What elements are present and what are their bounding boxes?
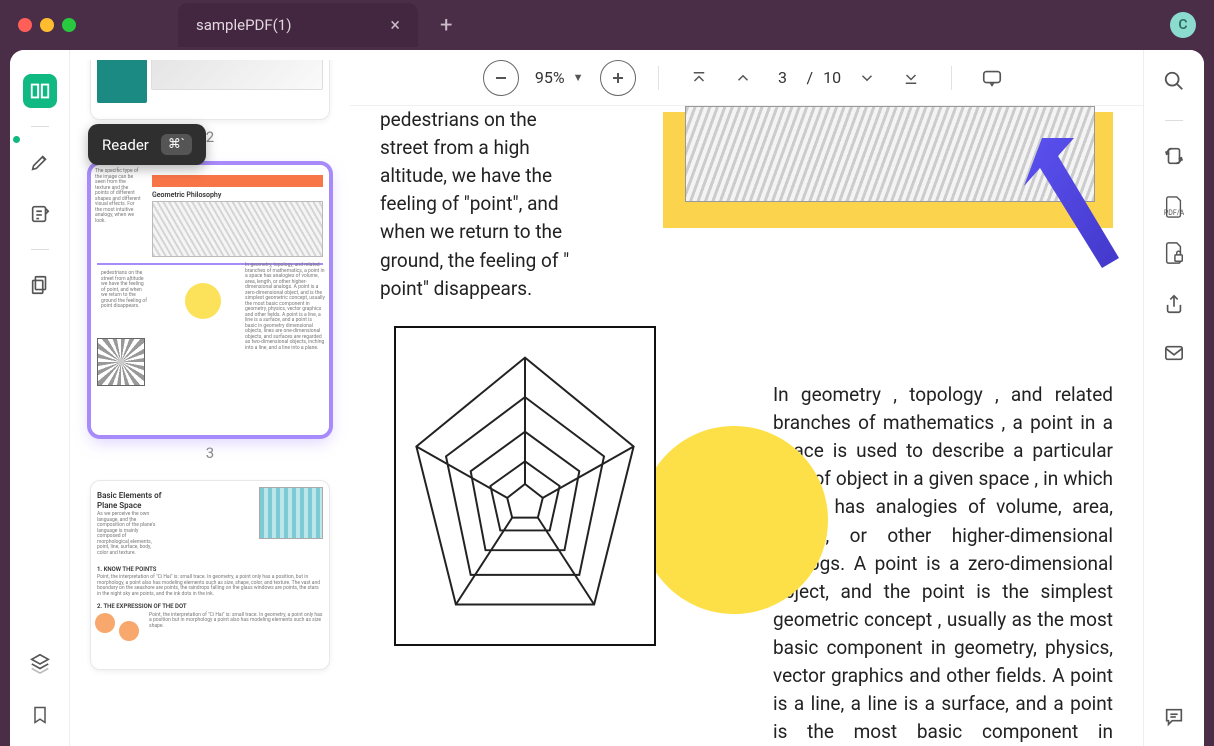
share-icon	[1163, 293, 1185, 315]
chevron-down-icon	[858, 69, 876, 87]
page-separator: /	[807, 68, 814, 87]
highlighter-icon	[29, 151, 51, 173]
thumbnail-page-selected[interactable]: The specific type of the image can be se…	[90, 164, 330, 436]
highlighter-button[interactable]	[23, 145, 57, 179]
document-tab[interactable]: samplePDF(1) ×	[178, 3, 418, 47]
reader-tooltip: Reader ⌘`	[88, 124, 206, 165]
close-window-button[interactable]	[18, 18, 32, 32]
avatar[interactable]: C	[1170, 12, 1196, 38]
document-copy-icon	[29, 274, 51, 296]
thumbnail-label: 3	[90, 444, 330, 462]
reader-mode-button[interactable]	[23, 74, 57, 108]
minimize-window-button[interactable]	[40, 18, 54, 32]
document-scroll-area[interactable]: pedestrians on the street from a high al…	[350, 106, 1143, 746]
page-indicator: 3 / 10	[769, 68, 842, 87]
first-page-button[interactable]	[681, 60, 717, 96]
thumbnail-page[interactable]: Lorem ipsum dolor sit amet, consectetur …	[90, 60, 330, 120]
pdfa-button[interactable]: PDF/A	[1163, 195, 1185, 217]
page-current-input[interactable]: 3	[769, 68, 797, 87]
next-page-button[interactable]	[849, 60, 885, 96]
thumb-heading: Basic Elements of Plane Space	[97, 491, 167, 510]
layers-icon	[29, 652, 51, 674]
last-page-button[interactable]	[893, 60, 929, 96]
bookmark-button[interactable]	[23, 698, 57, 732]
share-button[interactable]	[1163, 293, 1185, 319]
page-total: 10	[823, 68, 841, 87]
presentation-button[interactable]	[974, 60, 1010, 96]
rotate-page-button[interactable]	[1163, 145, 1185, 171]
body-text-right: In geometry , topology , and related bra…	[773, 381, 1113, 746]
comment-button[interactable]	[1163, 706, 1185, 732]
activity-indicator-dot	[13, 136, 20, 143]
chevron-up-icon	[734, 69, 752, 87]
search-icon	[1163, 70, 1185, 92]
document-copy-button[interactable]	[23, 268, 57, 302]
maximize-window-button[interactable]	[62, 18, 76, 32]
mail-button[interactable]	[1163, 343, 1185, 367]
titlebar: samplePDF(1) × + C	[0, 0, 1214, 50]
rail-divider	[31, 126, 49, 127]
pattern-image	[685, 106, 1095, 202]
chevron-down-bar-icon	[902, 69, 920, 87]
zoom-select[interactable]: 95% ▼	[527, 68, 592, 87]
toolbar-divider	[951, 66, 952, 90]
tooltip-label: Reader	[102, 136, 149, 154]
spiral-image	[394, 326, 656, 646]
thumbnail-page[interactable]: Basic Elements of Plane Space As we perc…	[90, 480, 330, 670]
thumb-heading: Geometric Philosophy	[152, 191, 323, 199]
search-button[interactable]	[1163, 70, 1185, 96]
right-rail: PDF/A	[1144, 50, 1204, 746]
avatar-initial: C	[1178, 17, 1187, 33]
rail-divider	[31, 249, 49, 250]
toolbar-divider	[658, 66, 659, 90]
pdfa-label: PDF/A	[1163, 209, 1185, 217]
annotate-note-icon	[29, 203, 51, 225]
thumb-subheading: 1. KNOW THE POINTS	[97, 566, 323, 573]
plus-icon	[611, 71, 625, 85]
zoom-value: 95%	[535, 68, 565, 87]
annotate-note-button[interactable]	[23, 197, 57, 231]
rotate-page-icon	[1163, 145, 1185, 167]
left-rail	[10, 50, 70, 746]
reader-icon	[29, 80, 51, 102]
tooltip-shortcut: ⌘`	[161, 134, 192, 155]
mail-icon	[1163, 343, 1185, 363]
zoom-out-button[interactable]	[483, 60, 519, 96]
yellow-circle-graphic	[640, 426, 828, 614]
traffic-lights	[18, 18, 76, 32]
rail-divider	[1165, 120, 1183, 121]
bookmark-icon	[30, 704, 50, 726]
chevron-up-bar-icon	[690, 69, 708, 87]
presentation-icon	[981, 67, 1003, 89]
document-viewer: 95% ▼ 3 / 10	[350, 50, 1144, 746]
thumb-subheading: 2. THE EXPRESSION OF THE DOT	[97, 603, 323, 610]
lock-document-button[interactable]	[1163, 241, 1185, 269]
chevron-down-icon: ▼	[573, 71, 584, 84]
page-content: pedestrians on the street from a high al…	[380, 106, 1113, 746]
new-tab-button[interactable]: +	[440, 13, 452, 38]
viewer-toolbar: 95% ▼ 3 / 10	[350, 50, 1143, 106]
lock-document-icon	[1163, 241, 1185, 265]
layers-button[interactable]	[23, 646, 57, 680]
minus-icon	[494, 71, 508, 85]
comment-icon	[1163, 706, 1185, 728]
tab-title: samplePDF(1)	[196, 16, 291, 34]
zoom-in-button[interactable]	[600, 60, 636, 96]
prev-page-button[interactable]	[725, 60, 761, 96]
close-tab-icon[interactable]: ×	[390, 15, 400, 36]
